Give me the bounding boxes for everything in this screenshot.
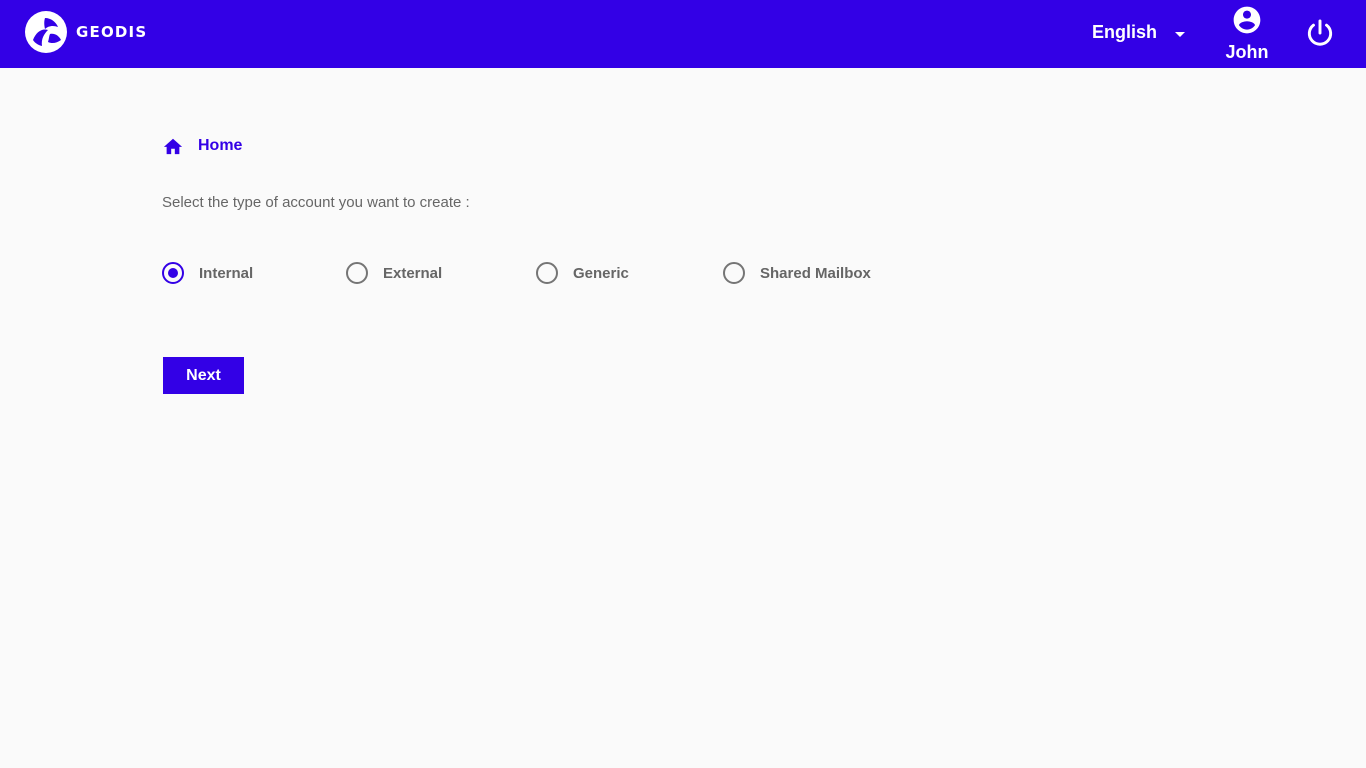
home-icon <box>163 138 183 155</box>
geodis-logo-icon <box>25 11 67 53</box>
logo-text: GEODIS <box>76 23 148 41</box>
radio-shared-mailbox[interactable]: Shared Mailbox <box>723 262 871 284</box>
account-type-prompt: Select the type of account you want to c… <box>162 194 470 211</box>
language-selector[interactable]: English <box>1092 22 1186 43</box>
breadcrumb[interactable]: Home <box>162 136 242 156</box>
breadcrumb-home-link[interactable]: Home <box>198 137 242 155</box>
geodis-logo[interactable]: GEODIS <box>24 10 147 54</box>
account-circle-icon <box>1233 6 1261 34</box>
user-menu[interactable]: John <box>1218 4 1276 62</box>
next-button[interactable]: Next <box>163 357 244 394</box>
radio-button-unchecked[interactable] <box>536 262 558 284</box>
radio-label-external: External <box>383 264 443 282</box>
top-app-bar: GEODIS English John <box>0 0 1366 68</box>
account-type-radio-group: Internal External Generic Shared Mailbox <box>162 262 922 286</box>
language-label: English <box>1092 22 1158 42</box>
radio-label-shared-mailbox: Shared Mailbox <box>760 264 871 282</box>
user-name: John <box>1225 42 1269 62</box>
radio-generic[interactable]: Generic <box>536 262 629 284</box>
power-icon[interactable] <box>1304 17 1336 49</box>
radio-button-checked[interactable] <box>162 262 184 284</box>
radio-label-internal: Internal <box>199 264 254 282</box>
radio-label-generic: Generic <box>573 264 629 282</box>
radio-internal[interactable]: Internal <box>162 262 253 284</box>
radio-external[interactable]: External <box>346 262 442 284</box>
caret-down-icon <box>1175 31 1186 37</box>
radio-button-unchecked[interactable] <box>346 262 368 284</box>
radio-button-unchecked[interactable] <box>723 262 745 284</box>
